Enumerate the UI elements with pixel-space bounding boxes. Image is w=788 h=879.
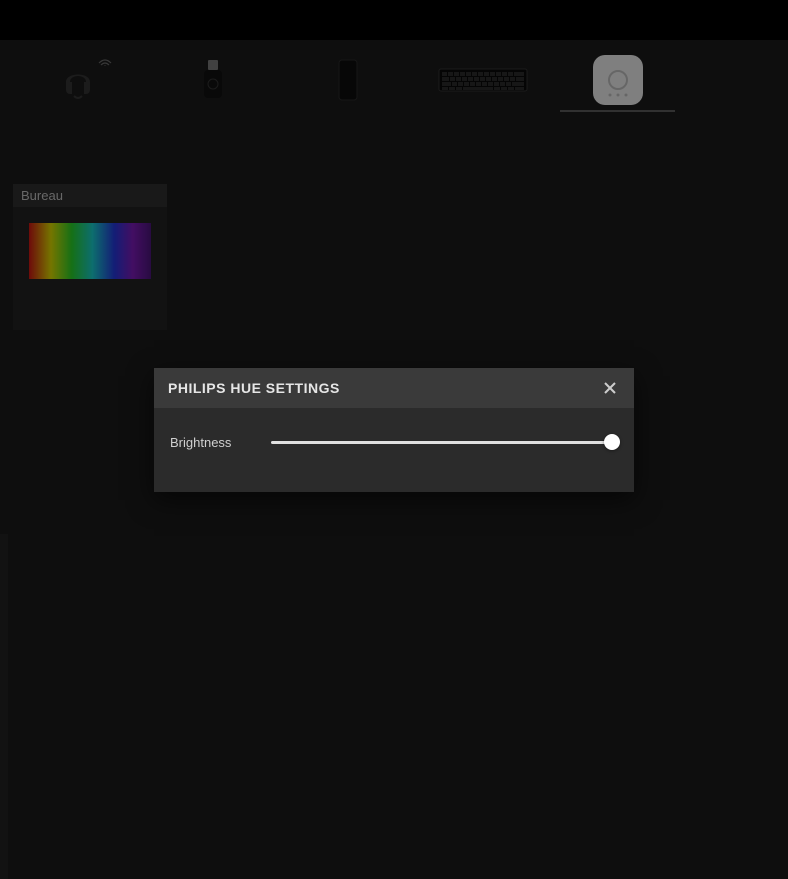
main-content: Bureau PHILIPS HUE SETTINGS Brightness xyxy=(0,40,788,879)
slider-thumb[interactable] xyxy=(604,434,620,450)
close-button[interactable] xyxy=(600,378,620,398)
slider-track xyxy=(271,441,618,444)
close-icon xyxy=(603,381,617,395)
brightness-label: Brightness xyxy=(170,435,231,450)
hue-settings-modal: PHILIPS HUE SETTINGS Brightness xyxy=(154,368,634,492)
modal-header: PHILIPS HUE SETTINGS xyxy=(154,368,634,408)
modal-body: Brightness xyxy=(154,408,634,492)
modal-title: PHILIPS HUE SETTINGS xyxy=(168,380,340,396)
brightness-slider[interactable] xyxy=(271,432,618,452)
title-bar xyxy=(0,0,788,40)
